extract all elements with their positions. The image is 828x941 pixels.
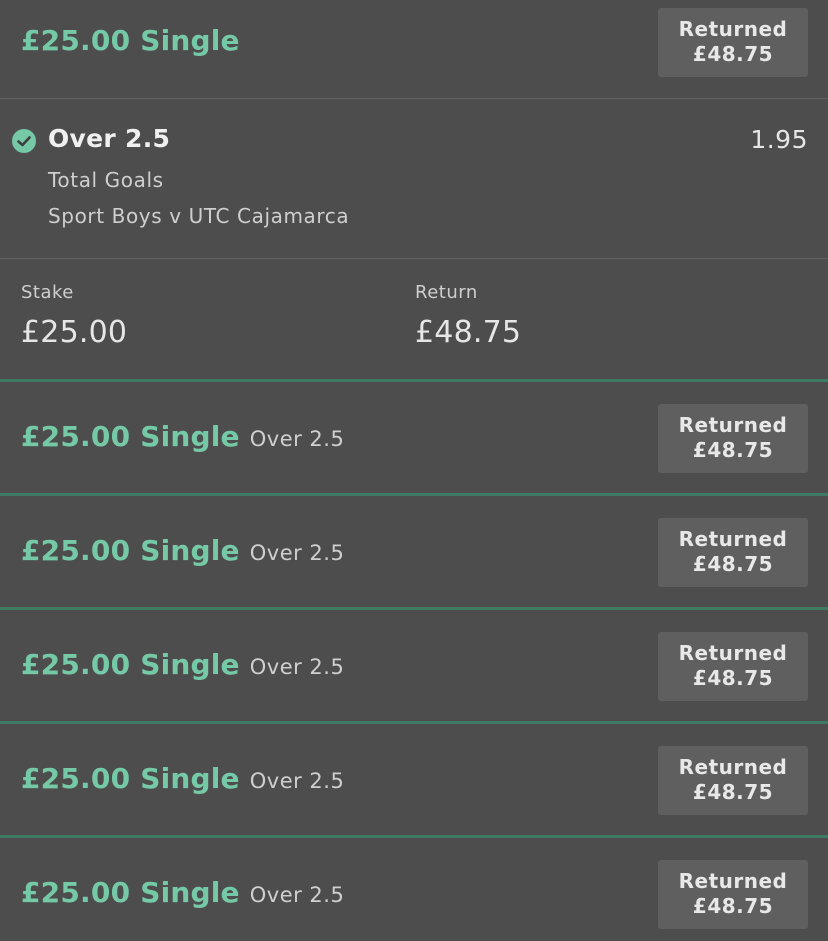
bet-selection: Over 2.5 xyxy=(249,769,345,793)
bet-title-text: £25.00 Single xyxy=(21,762,240,795)
bet-title: £25.00 Single Over 2.5 xyxy=(21,420,344,453)
divider xyxy=(0,98,828,99)
returned-badge: Returned £48.75 xyxy=(658,404,808,473)
stake-label: Stake xyxy=(21,282,74,303)
returned-amount: £48.75 xyxy=(692,552,774,576)
bet-title: £25.00 Single Over 2.5 xyxy=(21,876,344,909)
bet-title: £25.00 Single Over 2.5 xyxy=(21,648,344,681)
returned-label: Returned xyxy=(678,641,788,665)
bet-title-text: £25.00 Single xyxy=(21,420,240,453)
bet-divider xyxy=(0,835,828,838)
bet-divider xyxy=(0,493,828,496)
selection-odds: 1.95 xyxy=(750,125,808,154)
selection-name: Over 2.5 xyxy=(48,124,171,153)
returned-amount: £48.75 xyxy=(692,42,774,66)
market-name: Total Goals xyxy=(48,168,164,192)
bet-selection: Over 2.5 xyxy=(249,655,345,679)
returned-badge: Returned £48.75 xyxy=(658,746,808,815)
returned-amount: £48.75 xyxy=(692,438,774,462)
event-name[interactable]: Sport Boys v UTC Cajamarca xyxy=(48,204,349,228)
returned-label: Returned xyxy=(678,17,788,41)
bet-selection: Over 2.5 xyxy=(249,541,345,565)
bet-title-text: £25.00 Single xyxy=(21,534,240,567)
return-value: £48.75 xyxy=(415,315,522,350)
returned-label: Returned xyxy=(678,869,788,893)
bet-title: £25.00 Single xyxy=(21,24,240,57)
divider xyxy=(0,258,828,259)
bet-title: £25.00 Single Over 2.5 xyxy=(21,762,344,795)
returned-amount: £48.75 xyxy=(692,666,774,690)
returned-badge: Returned £48.75 xyxy=(658,518,808,587)
bet-title: £25.00 Single Over 2.5 xyxy=(21,534,344,567)
bet-title-text: £25.00 Single xyxy=(21,876,240,909)
stake-value: £25.00 xyxy=(21,315,128,350)
bet-divider xyxy=(0,721,828,724)
returned-badge: Returned £48.75 xyxy=(658,632,808,701)
bet-divider xyxy=(0,607,828,610)
returned-badge: Returned £48.75 xyxy=(658,860,808,929)
bet-selection: Over 2.5 xyxy=(249,883,345,907)
bet-divider xyxy=(0,379,828,382)
check-circle-icon xyxy=(12,129,36,153)
returned-label: Returned xyxy=(678,413,788,437)
returned-amount: £48.75 xyxy=(692,894,774,918)
returned-amount: £48.75 xyxy=(692,780,774,804)
return-label: Return xyxy=(415,282,478,303)
bet-title-text: £25.00 Single xyxy=(21,648,240,681)
returned-label: Returned xyxy=(678,755,788,779)
returned-badge: Returned £48.75 xyxy=(658,8,808,77)
returned-label: Returned xyxy=(678,527,788,551)
bet-selection: Over 2.5 xyxy=(249,427,345,451)
